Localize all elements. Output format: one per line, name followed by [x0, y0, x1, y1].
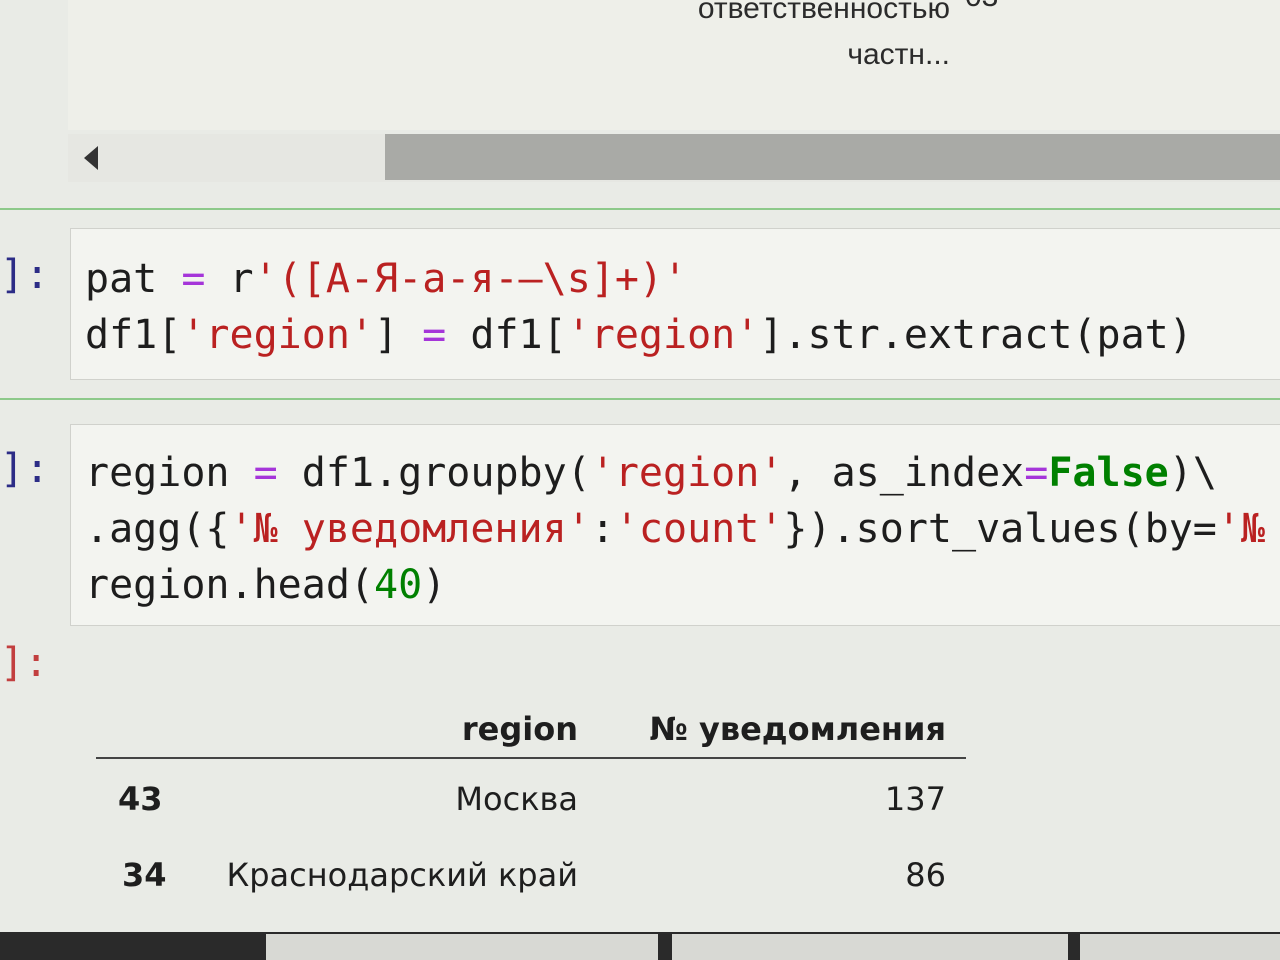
cell-region: Москва [455, 779, 578, 818]
cell-separator [0, 398, 1280, 400]
output-prompt: ]: [0, 640, 49, 686]
bezel-segment [1080, 934, 1280, 960]
output-text-line: ответственностью [697, 0, 950, 25]
previous-output-fragment: 03 [965, 0, 998, 14]
cell-count: 86 [905, 856, 946, 894]
column-header-count: № уведомления [649, 709, 946, 748]
column-header-region: region [461, 709, 578, 748]
table-header-row: region № уведомления [96, 700, 966, 758]
bezel-segment [672, 934, 1068, 960]
dataframe-output: region № уведомления 43 Москва 137 34 Кр… [96, 700, 966, 912]
scroll-left-icon[interactable] [84, 146, 98, 170]
code-cell-1[interactable]: pat = r'([А-Я-а-я-—\s]+)' df1['region'] … [70, 228, 1280, 380]
table-row: 34 Краснодарский край 86 [96, 838, 966, 912]
input-prompt: ]: [0, 252, 51, 298]
row-index: 43 [118, 779, 163, 818]
input-prompt: ]: [0, 446, 51, 492]
code-line: region.head(40) [85, 562, 447, 608]
code-line: .agg({'№ уведомления':'count'}).sort_val… [85, 506, 1266, 552]
cell-count: 137 [884, 779, 946, 818]
cell-region: Краснодарский край [226, 856, 578, 894]
row-index: 34 [122, 856, 167, 894]
previous-output-text: ответственностью частн... [560, 0, 950, 78]
dataframe-table: region № уведомления 43 Москва 137 34 Кр… [96, 700, 966, 912]
bezel-segment [266, 934, 658, 960]
code-cell-2[interactable]: region = df1.groupby('region', as_index=… [70, 424, 1280, 626]
table-row: 43 Москва 137 [96, 758, 966, 838]
code-line: region = df1.groupby('region', as_index=… [85, 450, 1217, 496]
index-header [96, 700, 216, 758]
cell-separator [0, 208, 1280, 210]
code-line: df1['region'] = df1['region'].str.extrac… [85, 312, 1193, 358]
code-line: pat = r'([А-Я-а-я-—\s]+)' [85, 256, 688, 302]
output-text-line: частн... [847, 38, 950, 71]
scrollbar-thumb[interactable] [385, 134, 1280, 180]
